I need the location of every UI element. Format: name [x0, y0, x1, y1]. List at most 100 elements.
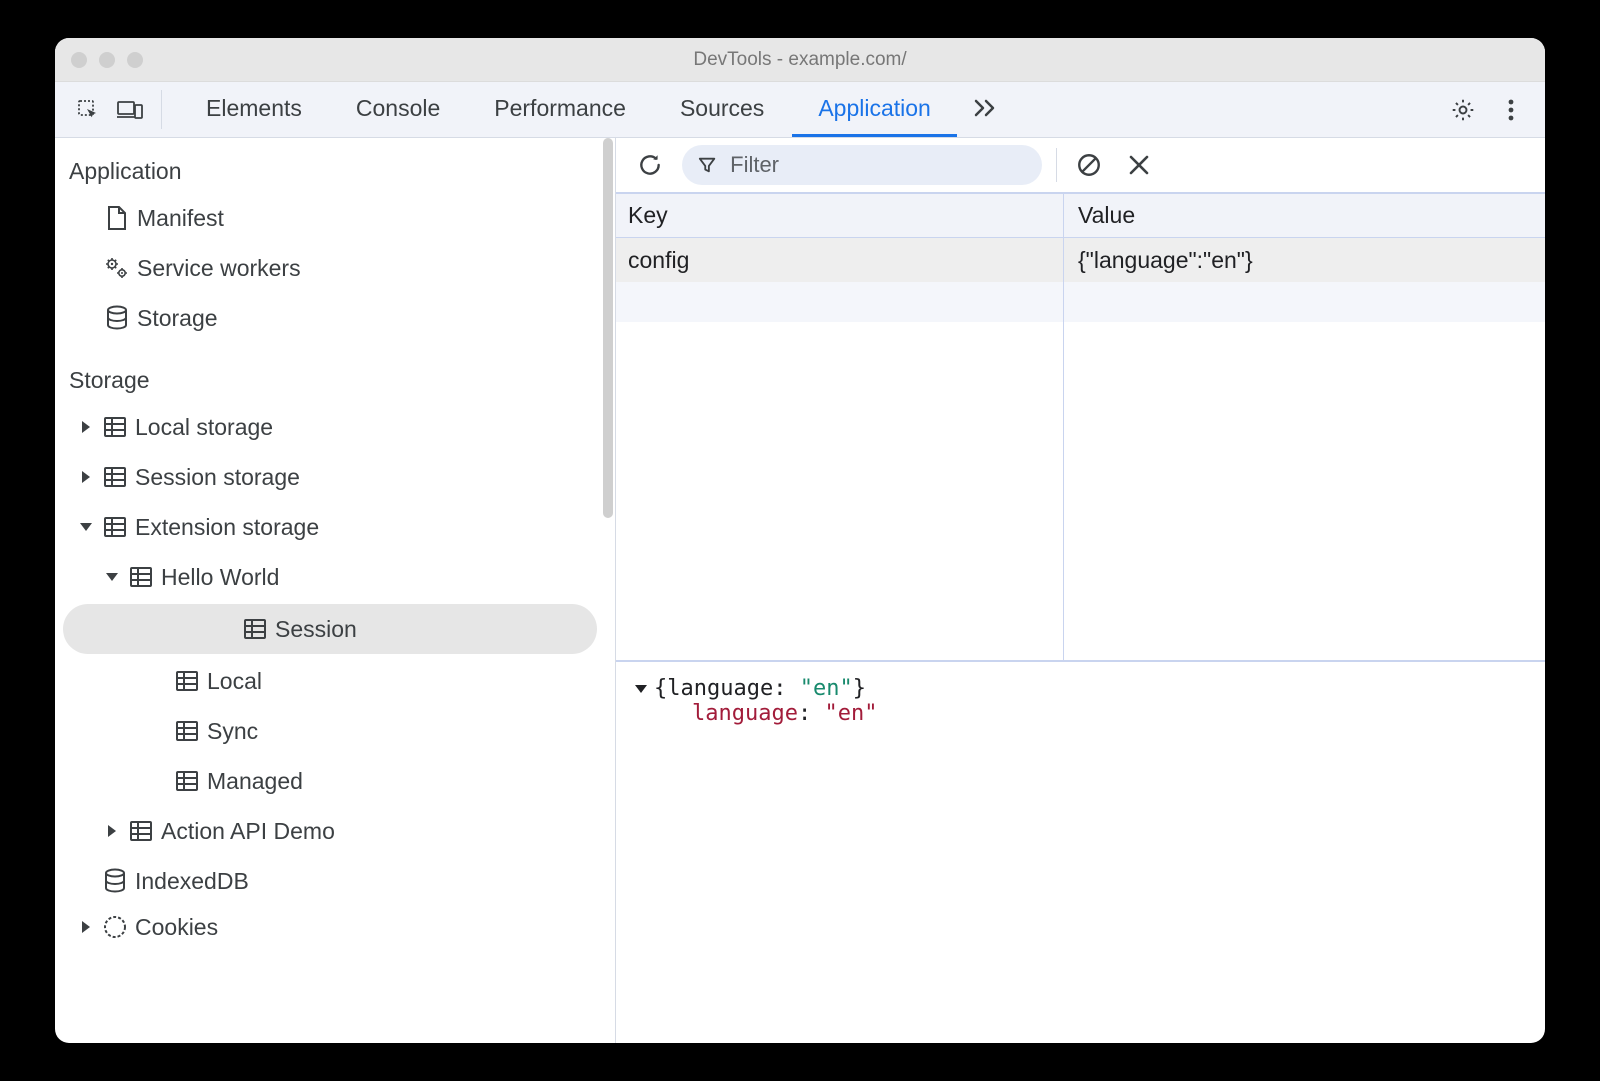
sidebar-item-label: Hello World	[161, 564, 279, 591]
sidebar-item-action-api-demo[interactable]: Action API Demo	[55, 806, 615, 856]
sidebar-item-label: Service workers	[137, 255, 301, 282]
table-empty	[616, 322, 1545, 660]
inspect-icon	[76, 98, 100, 122]
table-icon	[175, 770, 199, 792]
tab-console[interactable]: Console	[330, 82, 466, 137]
sidebar-item-manifest[interactable]: Manifest	[55, 193, 615, 243]
more-tabs-button[interactable]	[959, 82, 1013, 137]
sidebar-item-label: Cookies	[135, 914, 218, 941]
minimize-window-button[interactable]	[99, 52, 115, 68]
clear-all-button[interactable]	[1071, 143, 1107, 187]
sidebar-item-cookies[interactable]: Cookies	[55, 906, 615, 948]
sidebar-item-ext-sync[interactable]: Sync	[55, 706, 615, 756]
filter-input[interactable]	[728, 151, 1022, 179]
kebab-menu-button[interactable]	[1489, 88, 1533, 132]
gear-icon	[1450, 97, 1476, 123]
section-storage: Storage	[55, 359, 615, 402]
inspect-element-button[interactable]	[67, 82, 109, 137]
preview-summary[interactable]: {language: "en"}	[634, 676, 1527, 701]
maximize-window-button[interactable]	[127, 52, 143, 68]
tab-label: Application	[818, 95, 931, 122]
sidebar-item-label: Storage	[137, 305, 218, 332]
cell-key[interactable]	[616, 282, 1064, 322]
empty-col-val	[1064, 322, 1545, 660]
tab-application[interactable]: Application	[792, 82, 957, 137]
sidebar-item-label: Local	[207, 668, 262, 695]
tab-performance[interactable]: Performance	[468, 82, 652, 137]
delete-selected-button[interactable]	[1121, 143, 1157, 187]
chevron-down-icon	[634, 682, 648, 696]
cell-value[interactable]	[1064, 282, 1545, 322]
tabstrip-right	[1441, 82, 1533, 137]
storage-detail-pane: Key Value config {"language":"en"}	[616, 138, 1545, 1043]
devtools-tabstrip: Elements Console Performance Sources App…	[55, 82, 1545, 138]
sidebar-item-session-storage[interactable]: Session storage	[55, 452, 615, 502]
header-label: Value	[1078, 202, 1135, 229]
sidebar-item-storage-overview[interactable]: Storage	[55, 293, 615, 343]
cell-text: config	[628, 247, 689, 274]
value-preview: {language: "en"} language: "en"	[616, 662, 1545, 1043]
storage-toolbar	[616, 138, 1545, 194]
device-icon	[117, 99, 143, 121]
tabs-list: Elements Console Performance Sources App…	[180, 82, 1013, 137]
sidebar-item-label: IndexedDB	[135, 868, 249, 895]
window-titlebar: DevTools - example.com/	[55, 38, 1545, 82]
more-vertical-icon	[1508, 98, 1514, 122]
sidebar-item-label: Manifest	[137, 205, 224, 232]
sidebar-item-label: Extension storage	[135, 514, 319, 541]
filter-field[interactable]	[682, 145, 1042, 185]
window-title: DevTools - example.com/	[55, 49, 1545, 71]
sidebar-item-ext-local[interactable]: Local	[55, 656, 615, 706]
database-icon	[105, 305, 129, 331]
gears-icon	[104, 256, 130, 280]
devtools-window: DevTools - example.com/ Elements Console…	[55, 38, 1545, 1043]
storage-table: Key Value config {"language":"en"}	[616, 194, 1545, 662]
sidebar-item-label: Sync	[207, 718, 258, 745]
table-header: Key Value	[616, 194, 1545, 238]
table-icon	[175, 670, 199, 692]
chevron-right-icon	[79, 470, 93, 484]
table-icon	[129, 566, 153, 588]
tab-label: Sources	[680, 95, 764, 122]
table-row-empty[interactable]	[616, 282, 1545, 322]
sidebar-item-indexeddb[interactable]: IndexedDB	[55, 856, 615, 906]
sidebar-item-extension-storage[interactable]: Extension storage	[55, 502, 615, 552]
funnel-icon	[698, 155, 716, 175]
preview-property[interactable]: language: "en"	[634, 701, 1527, 726]
section-application: Application	[55, 150, 615, 193]
summary-text: {language: "en"}	[654, 676, 866, 701]
database-icon	[103, 868, 127, 894]
application-sidebar: Application Manifest Service workers Sto…	[55, 138, 616, 1043]
cell-value[interactable]: {"language":"en"}	[1064, 238, 1545, 282]
col-header-key[interactable]: Key	[616, 194, 1064, 237]
settings-button[interactable]	[1441, 88, 1485, 132]
header-label: Key	[628, 202, 668, 229]
table-icon	[129, 820, 153, 842]
table-icon	[103, 416, 127, 438]
sidebar-item-label: Session storage	[135, 464, 300, 491]
scrollbar-thumb[interactable]	[603, 138, 613, 518]
col-header-value[interactable]: Value	[1064, 194, 1545, 237]
prop-value: "en"	[824, 701, 877, 726]
cell-text: {"language":"en"}	[1078, 247, 1253, 274]
table-icon	[103, 516, 127, 538]
sidebar-item-hello-world[interactable]: Hello World	[55, 552, 615, 602]
panel-body: Application Manifest Service workers Sto…	[55, 138, 1545, 1043]
reload-icon	[637, 152, 663, 178]
tab-label: Elements	[206, 95, 302, 122]
tab-elements[interactable]: Elements	[180, 82, 328, 137]
chevron-right-icon	[79, 420, 93, 434]
chevron-down-icon	[105, 570, 119, 584]
cell-key[interactable]: config	[616, 238, 1064, 282]
traffic-lights	[71, 52, 143, 68]
refresh-button[interactable]	[632, 143, 668, 187]
sidebar-item-local-storage[interactable]: Local storage	[55, 402, 615, 452]
close-window-button[interactable]	[71, 52, 87, 68]
device-toolbar-button[interactable]	[109, 82, 151, 137]
sidebar-item-ext-managed[interactable]: Managed	[55, 756, 615, 806]
chevron-down-icon	[79, 520, 93, 534]
sidebar-item-ext-session[interactable]: Session	[63, 604, 597, 654]
sidebar-item-service-workers[interactable]: Service workers	[55, 243, 615, 293]
tab-sources[interactable]: Sources	[654, 82, 790, 137]
table-row[interactable]: config {"language":"en"}	[616, 238, 1545, 282]
